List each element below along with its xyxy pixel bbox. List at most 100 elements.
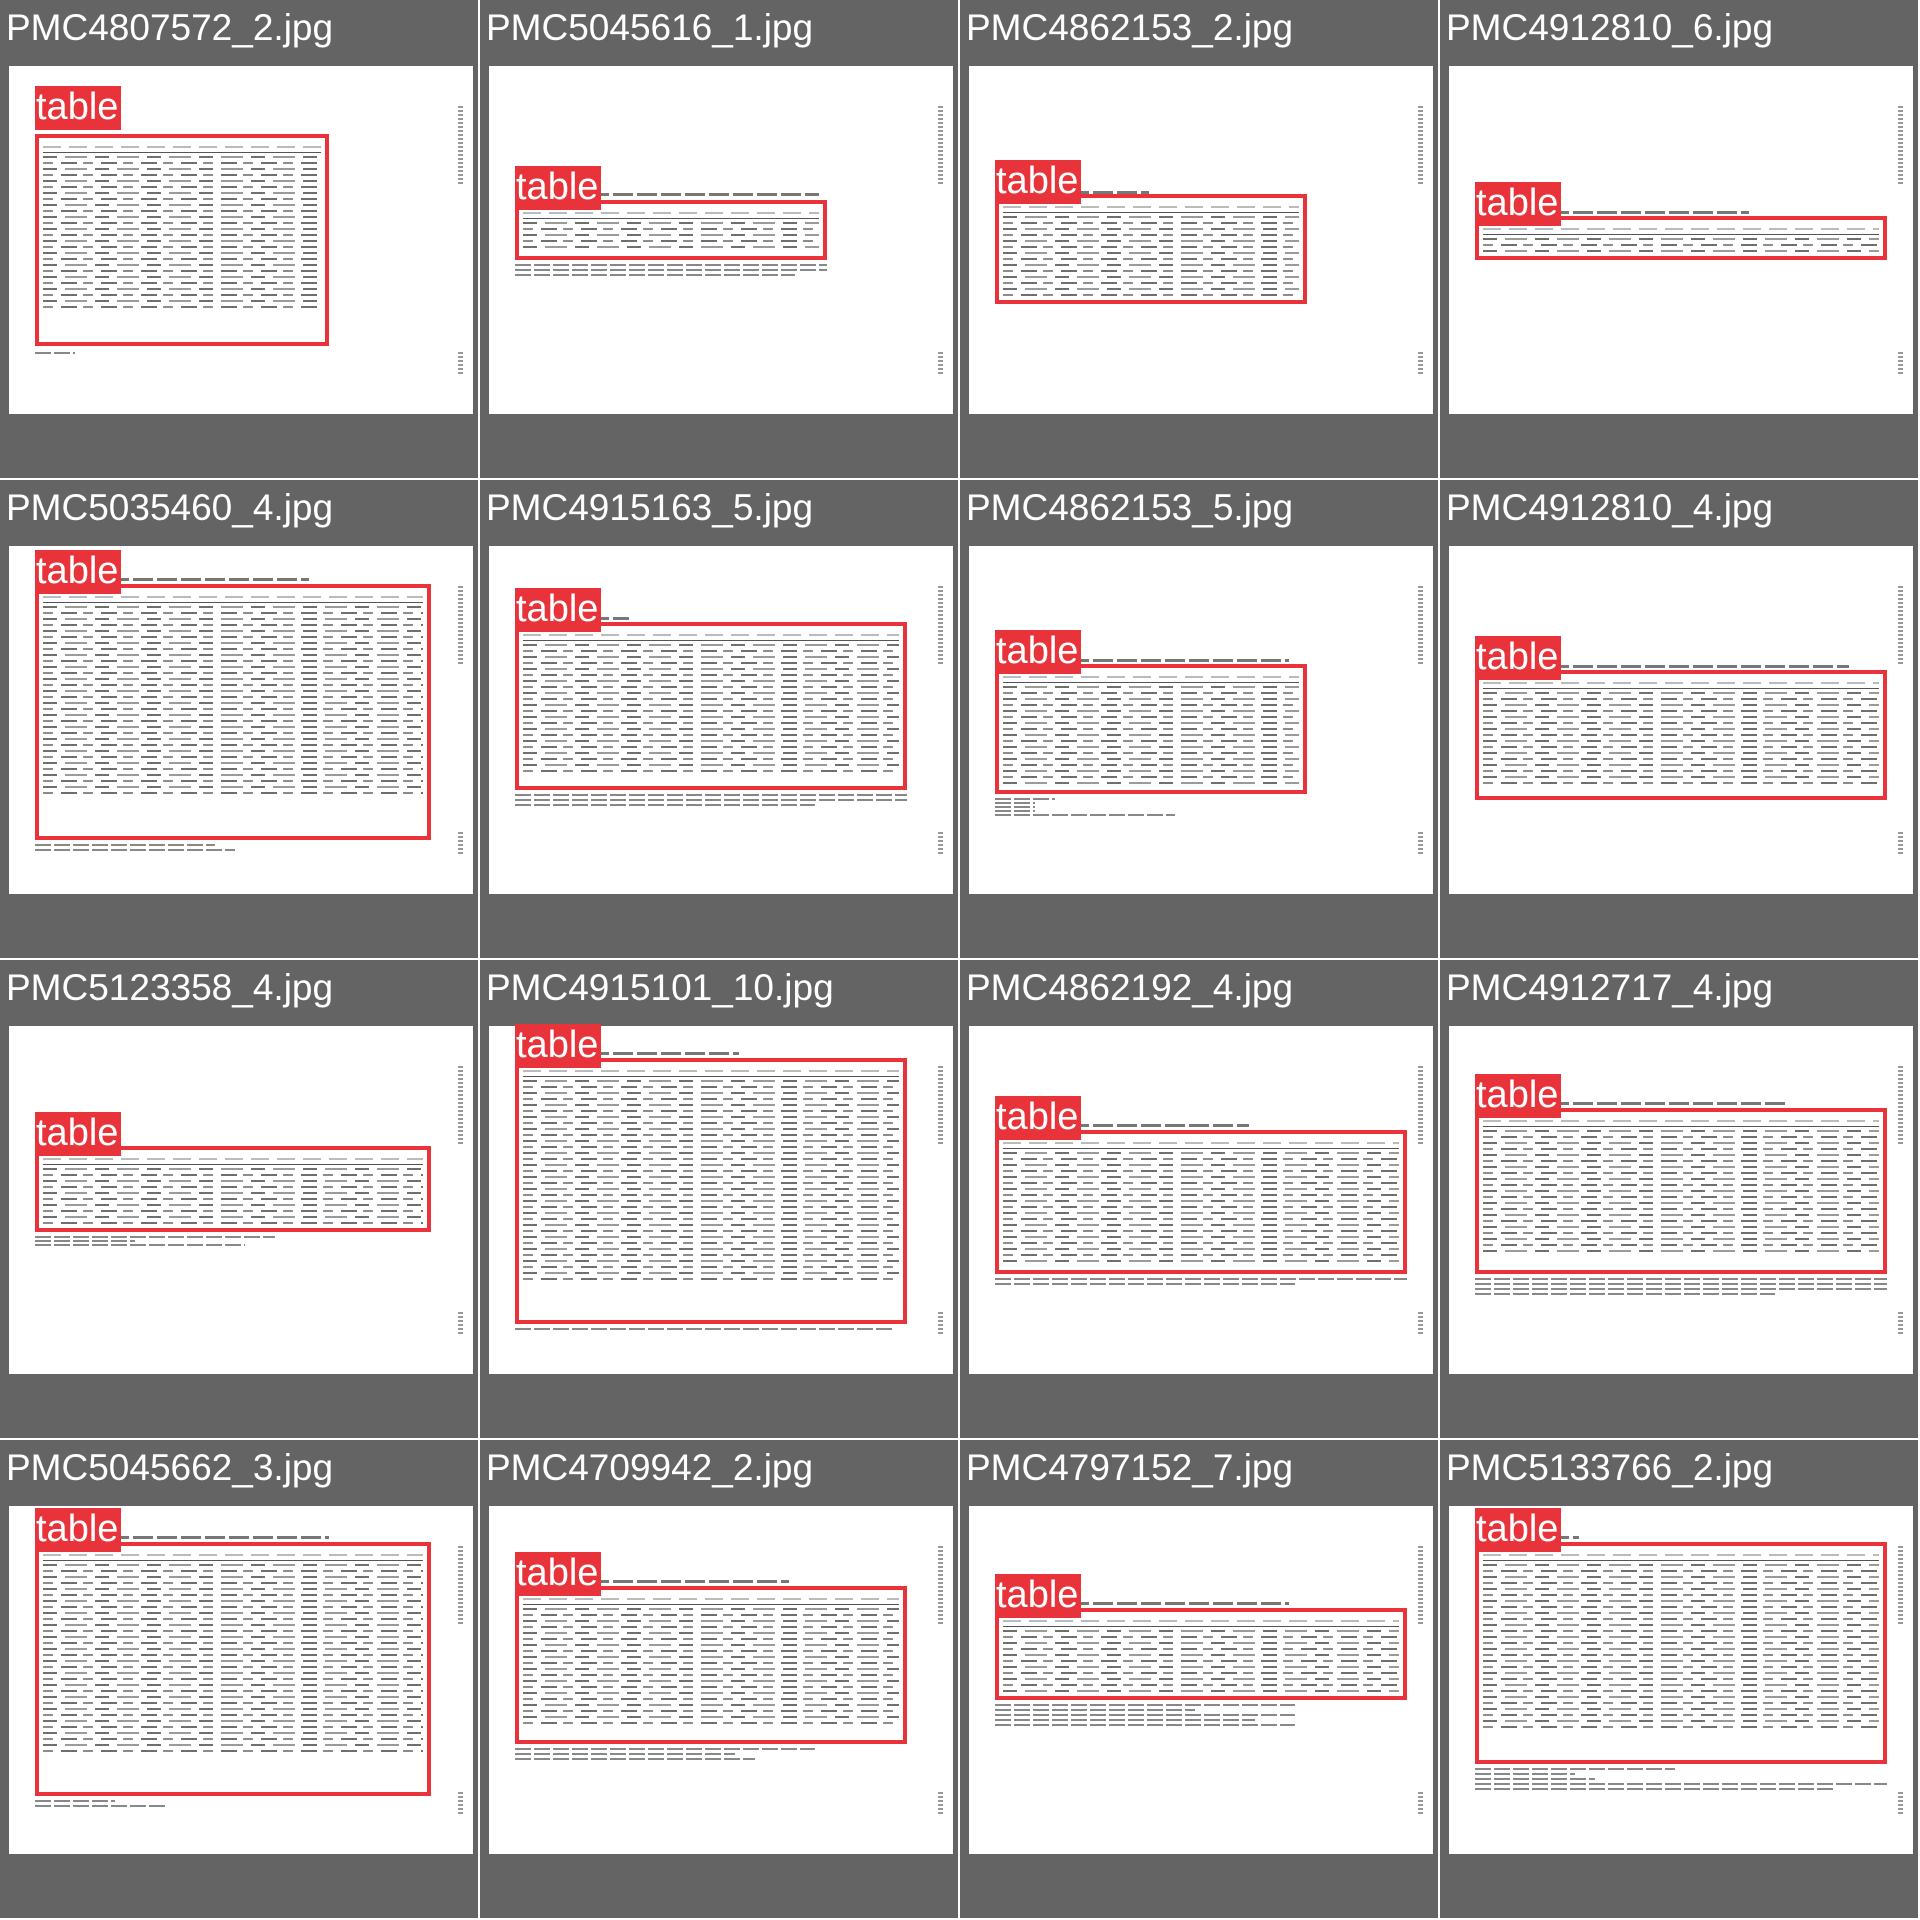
table-row [43,1618,423,1620]
table-row [43,612,423,614]
grid-cell[interactable]: PMC4915101_10.jpg table [480,960,958,1438]
grid-cell[interactable]: PMC5045616_1.jpg table [480,0,958,478]
table-row [1003,1182,1399,1184]
grid-cell[interactable]: PMC4862153_5.jpg table [960,480,1438,958]
table-row [43,1654,423,1656]
table-row [43,726,423,728]
table-row [523,1248,899,1250]
grid-cell[interactable]: PMC4912810_4.jpg table [1440,480,1918,958]
table-label: table [515,166,602,210]
table-label: table [1475,1074,1562,1118]
document-page: table [489,546,953,894]
grid-cell[interactable]: PMC4862153_2.jpg table [960,0,1438,478]
table-row [1483,1184,1879,1186]
table-row [1003,1248,1399,1250]
table-row [1003,1158,1399,1160]
table-bounding-box [1475,1108,1887,1274]
table-row [1483,1202,1879,1204]
page-number [938,1312,943,1334]
table-row [1003,686,1299,688]
table-row [1003,1152,1399,1154]
table-row [523,1134,899,1136]
table-row [523,662,899,664]
table-row [523,222,819,224]
table-row [523,1206,899,1208]
table-row [523,1242,899,1244]
table-bounding-box [515,1058,907,1324]
grid-cell[interactable]: PMC5035460_4.jpg table [0,480,478,958]
table-row [1003,704,1299,706]
grid-cell[interactable]: PMC4807572_2.jpg table [0,0,478,478]
table-row [43,1612,423,1614]
table-row [1483,1606,1879,1608]
table-row [523,1662,899,1664]
table-row [523,1722,899,1724]
document-page: table [969,1506,1433,1854]
table-footnote [1475,1788,1835,1790]
table-row [523,1194,899,1196]
table-row [43,762,423,764]
page-running-head [458,1066,463,1146]
table-row [523,722,899,724]
table-row [1483,1136,1879,1138]
table-row [43,1564,423,1566]
table-row [523,680,899,682]
table-content [1003,1138,1399,1266]
table-row [43,606,423,608]
table-row [1483,746,1879,748]
table-row [1003,1648,1399,1650]
table-row [1483,1690,1879,1692]
grid-cell[interactable]: PMC4709942_2.jpg table [480,1440,958,1918]
grid-cell[interactable]: PMC4862192_4.jpg table [960,960,1438,1438]
table-row [1483,1582,1879,1584]
table-row [523,1152,899,1154]
table-row [43,1708,423,1710]
page-running-head [1418,106,1423,186]
table-row [43,1582,423,1584]
grid-cell[interactable]: PMC5045662_3.jpg table [0,1440,478,1918]
table-row [1483,1172,1879,1174]
table-row [43,270,321,272]
image-grid: PMC4807572_2.jpg table PMC5045616_1.jpg … [0,0,1920,1920]
grid-cell[interactable]: PMC5133766_2.jpg table [1440,1440,1918,1918]
table-row [1003,1666,1399,1668]
table-row [1003,1260,1399,1262]
table-row [1003,740,1299,742]
table-row [1003,1690,1399,1692]
grid-cell[interactable]: PMC4915163_5.jpg table [480,480,958,958]
table-row [1483,740,1879,742]
table-row [523,1086,899,1088]
grid-cell[interactable]: PMC5123358_4.jpg table [0,960,478,1438]
table-footnote [995,1719,1255,1721]
filename-label: PMC4797152_7.jpg [966,1447,1294,1488]
table-row [43,1606,423,1608]
table-label: table [1475,636,1562,680]
table-content [523,1594,899,1736]
grid-cell[interactable]: PMC4912717_4.jpg table [1440,960,1918,1438]
grid-cell[interactable]: PMC4912810_6.jpg table [1440,0,1918,478]
table-row [523,1266,899,1268]
table-row [1483,1588,1879,1590]
table-label: table [515,588,602,632]
table-row [43,1744,423,1746]
table-caption [589,193,819,196]
table-row [1003,1236,1399,1238]
table-row [1003,216,1299,218]
filename-label: PMC5123358_4.jpg [6,967,334,1008]
table-row [43,672,423,674]
table-row [43,1222,423,1224]
table-footnote [515,1328,895,1330]
table-row [1003,258,1299,260]
table-row [523,1212,899,1214]
document-page: table [489,66,953,414]
table-row [43,690,423,692]
table-row [1483,1594,1879,1596]
table-row [523,1080,899,1082]
table-row [523,1644,899,1646]
table-row [43,246,321,248]
table-footnote [35,849,235,851]
table-row [1483,1244,1879,1246]
table-row [1483,1630,1879,1632]
grid-cell[interactable]: PMC4797152_7.jpg table [960,1440,1438,1918]
table-row [43,222,321,224]
